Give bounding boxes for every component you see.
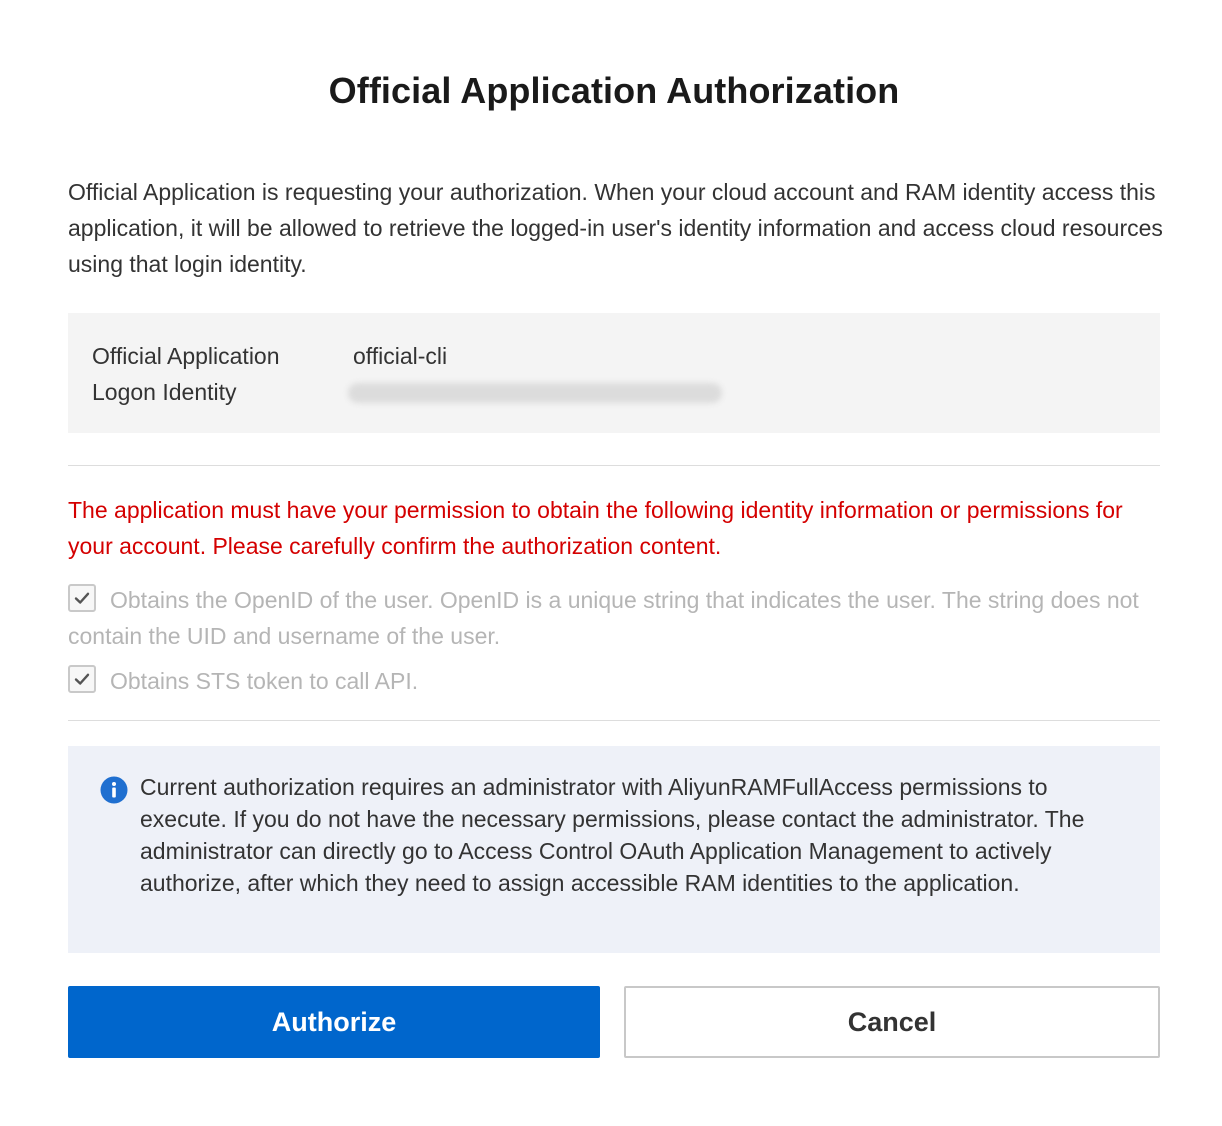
application-label: Official Application — [92, 343, 280, 369]
permission-label: Obtains STS token to call API. — [110, 668, 419, 694]
authorization-dialog: Official Application Authorization Offic… — [0, 0, 1222, 1126]
cancel-button[interactable]: Cancel — [624, 986, 1160, 1058]
admin-notice-box: Current authorization requires an admini… — [68, 746, 1160, 953]
authorize-button[interactable]: Authorize — [68, 986, 600, 1058]
info-icon — [100, 776, 128, 804]
checkmark-icon — [74, 592, 90, 604]
divider — [68, 465, 1160, 466]
permission-label: Obtains the OpenID of the user. OpenID i… — [68, 587, 1139, 649]
logon-identity-label: Logon Identity — [92, 379, 237, 405]
permission-item-openid: Obtains the OpenID of the user. OpenID i… — [68, 582, 1168, 654]
permission-item-sts-token: Obtains STS token to call API. — [68, 663, 1168, 699]
divider — [68, 720, 1160, 721]
notice-text: Current authorization requires an admini… — [140, 774, 1085, 896]
application-value: official-cli — [353, 343, 448, 369]
openid-checkbox[interactable] — [68, 584, 96, 612]
application-info-box: Official Application official-cli Logon … — [68, 313, 1160, 433]
intro-text: Official Application is requesting your … — [68, 179, 1163, 277]
dialog-title: Official Application Authorization — [328, 70, 900, 111]
permission-warning-text: The application must have your permissio… — [68, 497, 1123, 559]
checkmark-icon — [74, 673, 90, 685]
logon-identity-value-redacted — [348, 383, 722, 403]
sts-token-checkbox[interactable] — [68, 665, 96, 693]
